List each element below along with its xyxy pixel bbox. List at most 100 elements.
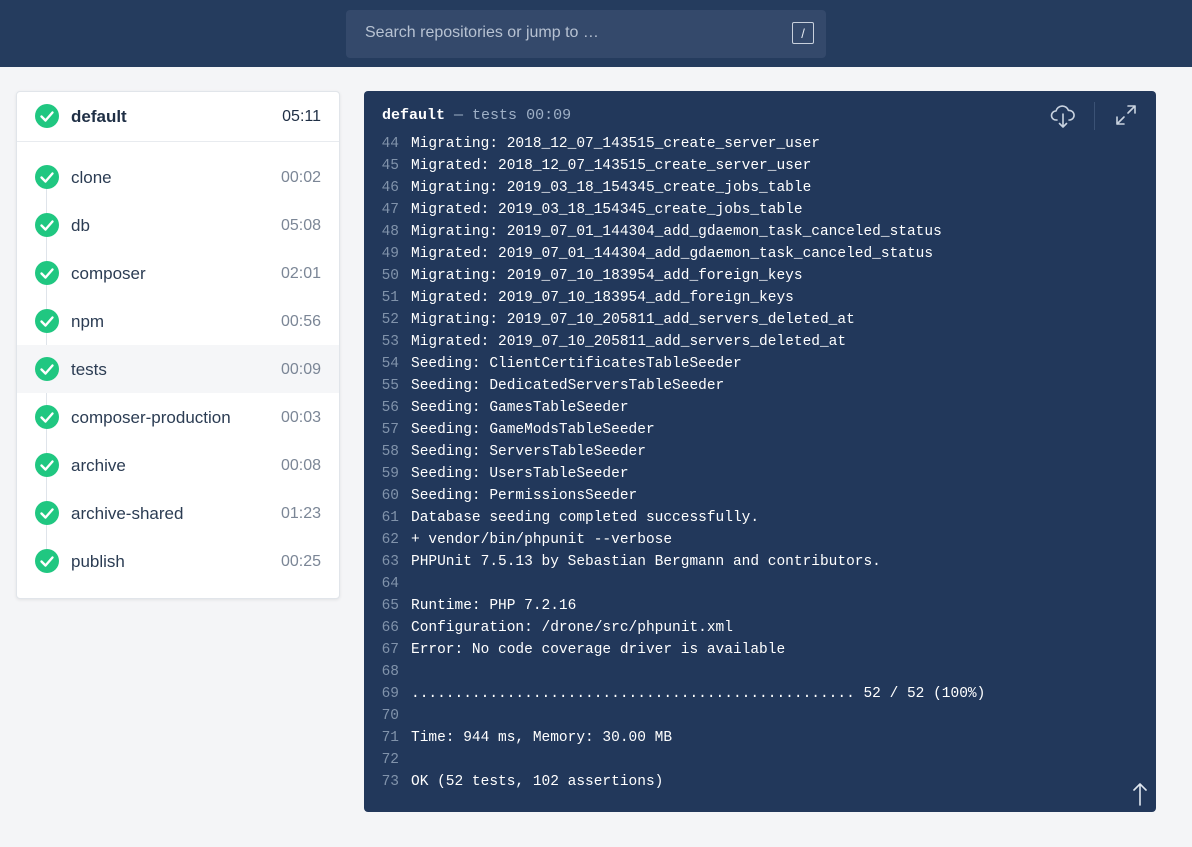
log-line: 64 [364,573,1156,595]
step-composer-production[interactable]: composer-production 00:03 [17,393,339,441]
line-number[interactable]: 44 [364,133,399,155]
step-name: composer-production [71,408,231,427]
line-number[interactable]: 61 [364,507,399,529]
line-text: Error: No code coverage driver is availa… [411,642,786,658]
log-line: 66 Configuration: /drone/src/phpunit.xml [364,617,1156,639]
log-line: 61 Database seeding completed successfull… [364,507,1156,529]
log-line: 67 Error: No code coverage driver is avai… [364,639,1156,661]
line-text: Migrating: 2019_03_18_154345_create_jobs… [411,180,812,196]
log-line: 45 Migrated: 2018_12_07_143515_create_ser… [364,155,1156,177]
line-number[interactable]: 64 [364,573,399,595]
line-number[interactable]: 50 [364,265,399,287]
line-number[interactable]: 51 [364,287,399,309]
line-number[interactable]: 53 [364,331,399,353]
search-shortcut-badge: / [792,22,814,44]
line-number[interactable]: 62 [364,529,399,551]
log-line: 68 [364,661,1156,683]
step-archive-shared[interactable]: archive-shared 01:23 [17,489,339,537]
check-circle-icon [35,357,59,381]
log-line: 50 Migrating: 2019_07_10_183954_add_forei… [364,265,1156,287]
step-duration: 01:23 [280,505,321,522]
step-archive[interactable]: archive 00:08 [17,441,339,489]
check-circle-icon [35,261,59,285]
step-name: tests [71,360,107,379]
line-number[interactable]: 59 [364,463,399,485]
check-circle-icon [35,549,59,573]
line-number[interactable]: 70 [364,705,399,727]
step-name: composer [71,264,146,283]
line-number[interactable]: 58 [364,441,399,463]
search-input[interactable]: Search repositories or jump to … / [346,10,826,58]
line-text: Configuration: /drone/src/phpunit.xml [411,620,733,636]
line-text: PHPUnit 7.5.13 by Sebastian Bergmann and… [411,554,881,570]
log-line: 54 Seeding: ClientCertificatesTableSeeder [364,353,1156,375]
line-number[interactable]: 69 [364,683,399,705]
line-number[interactable]: 54 [364,353,399,375]
line-text: Seeding: UsersTableSeeder [411,466,629,482]
pipeline-header[interactable]: default 05:11 [17,92,339,142]
check-circle-icon [35,309,59,333]
step-publish[interactable]: publish 00:25 [17,537,339,585]
step-tests[interactable]: tests 00:09 [17,345,339,393]
log-line: 53 Migrated: 2019_07_10_205811_add_server… [364,331,1156,353]
line-number[interactable]: 57 [364,419,399,441]
line-number[interactable]: 49 [364,243,399,265]
line-text: Migrated: 2019_07_10_183954_add_foreign_… [411,290,794,306]
step-name: clone [71,168,112,187]
line-number[interactable]: 55 [364,375,399,397]
line-text: Runtime: PHP 7.2.16 [411,598,577,614]
line-number[interactable]: 68 [364,661,399,683]
log-line: 70 [364,705,1156,727]
log-line: 60 Seeding: PermissionsSeeder [364,485,1156,507]
line-number[interactable]: 65 [364,595,399,617]
arrow-up-icon[interactable] [1132,781,1148,812]
line-number[interactable]: 63 [364,551,399,573]
log-line: 48 Migrating: 2019_07_01_144304_add_gdaem… [364,221,1156,243]
line-number[interactable]: 52 [364,309,399,331]
line-number[interactable]: 72 [364,749,399,771]
line-number[interactable]: 73 [364,771,399,793]
step-clone[interactable]: clone 00:02 [17,153,339,201]
step-composer[interactable]: composer 02:01 [17,249,339,297]
header-divider [1094,102,1095,130]
log-line: 49 Migrated: 2019_07_01_144304_add_gdaemo… [364,243,1156,265]
step-npm[interactable]: npm 00:56 [17,297,339,345]
line-text: Seeding: DedicatedServersTableSeeder [411,378,725,394]
line-text: Migrated: 2019_07_01_144304_add_gdaemon_… [411,246,934,262]
cloud-download-icon[interactable] [1050,103,1076,134]
search-placeholder: Search repositories or jump to … [365,24,599,41]
line-number[interactable]: 45 [364,155,399,177]
line-number[interactable]: 66 [364,617,399,639]
check-circle-icon [35,501,59,525]
line-number[interactable]: 71 [364,727,399,749]
pipeline-stages-panel: default 05:11 clone 00:02 db 05:08 composer 0… [16,91,340,599]
line-text: Migrated: 2019_03_18_154345_create_jobs_… [411,202,803,218]
line-text: Migrating: 2018_12_07_143515_create_serv… [411,136,820,152]
log-line: 58 Seeding: ServersTableSeeder [364,441,1156,463]
log-line: 73 OK (52 tests, 102 assertions) [364,771,1156,793]
log-line: 63 PHPUnit 7.5.13 by Sebastian Bergmann a… [364,551,1156,573]
log-step-name: tests [472,107,518,124]
log-line: 57 Seeding: GameModsTableSeeder [364,419,1156,441]
line-text: Seeding: GameModsTableSeeder [411,422,655,438]
log-line: 59 Seeding: UsersTableSeeder [364,463,1156,485]
line-number[interactable]: 60 [364,485,399,507]
step-duration: 00:09 [280,361,321,378]
check-circle-icon [35,104,59,128]
log-line: 44 Migrating: 2018_12_07_143515_create_se… [364,133,1156,155]
line-number[interactable]: 67 [364,639,399,661]
step-db[interactable]: db 05:08 [17,201,339,249]
line-text: Migrated: 2019_07_10_205811_add_servers_… [411,334,847,350]
step-duration: 00:25 [280,553,321,570]
step-duration: 00:56 [280,313,321,330]
line-number[interactable]: 48 [364,221,399,243]
line-number[interactable]: 47 [364,199,399,221]
line-number[interactable]: 46 [364,177,399,199]
log-lines: 44 Migrating: 2018_12_07_143515_create_se… [364,133,1156,793]
pipeline-name: default [71,107,127,126]
expand-icon[interactable] [1115,104,1137,131]
log-step-duration: 00:09 [526,107,572,124]
log-line: 65 Runtime: PHP 7.2.16 [364,595,1156,617]
check-circle-icon [35,213,59,237]
line-number[interactable]: 56 [364,397,399,419]
